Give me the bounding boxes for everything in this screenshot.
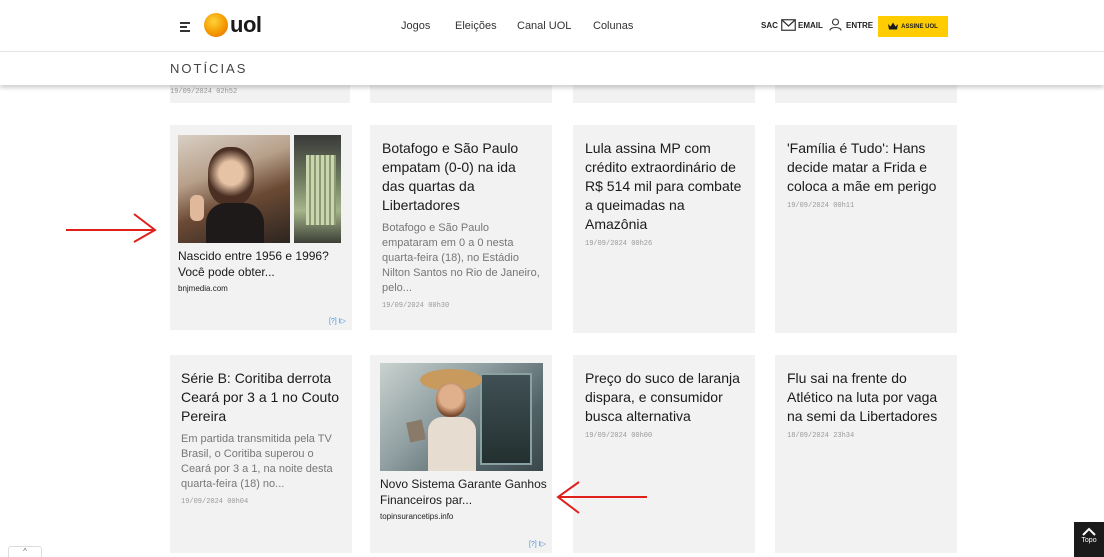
news-card[interactable]: Flu sai na frente do Atlético na luta po…: [775, 355, 957, 553]
news-card[interactable]: Botafogo e São Paulo empatam (0-0) na id…: [370, 125, 552, 330]
ad-title: Nascido entre 1956 e 1996? Você pode obt…: [178, 249, 329, 279]
nav-canal-uol[interactable]: Canal UOL: [517, 20, 571, 32]
nav-eleicoes[interactable]: Eleições: [455, 20, 497, 32]
back-to-top-button[interactable]: Topo: [1074, 522, 1104, 557]
ad-source: bnjmedia.com: [178, 284, 228, 293]
section-bar: NOTÍCIAS: [0, 52, 1104, 85]
ad-image: [178, 135, 341, 243]
news-card[interactable]: Preço do suco de laranja dispara, e cons…: [573, 355, 755, 553]
chevron-up-icon: [1082, 527, 1096, 536]
news-title: Lula assina MP com crédito extraordinári…: [585, 140, 742, 232]
news-date: 19/09/2024 00h04: [181, 498, 249, 506]
scroll-up-button[interactable]: ^: [8, 546, 42, 557]
news-description: Botafogo e São Paulo empataram em 0 a 0 …: [382, 222, 540, 294]
news-title: Botafogo e São Paulo empatam (0-0) na id…: [382, 140, 519, 213]
previous-card-peek: [370, 85, 552, 103]
news-title: Série B: Coritiba derrota Ceará por 3 a …: [181, 370, 339, 424]
adchoices-icon[interactable]: [?] I▷: [529, 540, 546, 548]
news-card[interactable]: Série B: Coritiba derrota Ceará por 3 a …: [170, 355, 352, 553]
subscribe-label: ASSINE UOL: [901, 23, 938, 30]
site-header: uol Jogos Eleições Canal UOL Colunas SAC…: [0, 0, 1104, 52]
topo-label: Topo: [1081, 537, 1097, 544]
news-description: Em partida transmitida pela TV Brasil, o…: [181, 433, 333, 490]
news-title: 'Família é Tudo': Hans decide matar a Fr…: [787, 140, 937, 194]
annotation-arrow-right-icon: [66, 213, 157, 243]
news-date: 19/09/2024 00h11: [787, 202, 855, 210]
ad-title: Novo Sistema Garante Ganhos Financeiros …: [380, 477, 547, 507]
crown-icon: [888, 22, 899, 32]
adchoices-icon[interactable]: [?] I▷: [329, 317, 346, 325]
login-link[interactable]: ENTRE: [846, 21, 873, 30]
ad-card[interactable]: Novo Sistema Garante Ganhos Financeiros …: [370, 355, 552, 553]
ad-card[interactable]: Nascido entre 1956 e 1996? Você pode obt…: [170, 125, 352, 330]
previous-card-peek: [573, 85, 755, 103]
nav-colunas[interactable]: Colunas: [593, 20, 633, 32]
news-date: 19/09/2024 00h30: [382, 302, 450, 310]
news-date: 19/09/2024 00h26: [585, 240, 653, 248]
ad-source: topinsurancetips.info: [380, 512, 454, 521]
ad-image: [380, 363, 543, 471]
news-card[interactable]: Lula assina MP com crédito extraordinári…: [573, 125, 755, 333]
uol-logo[interactable]: uol: [204, 12, 262, 38]
news-card[interactable]: 'Família é Tudo': Hans decide matar a Fr…: [775, 125, 957, 333]
news-date: 19/09/2024 00h00: [585, 432, 653, 440]
logo-text: uol: [230, 12, 262, 37]
email-link[interactable]: EMAIL: [798, 21, 823, 30]
subscribe-button[interactable]: ASSINE UOL: [878, 16, 948, 37]
sac-link[interactable]: SAC: [761, 21, 778, 30]
annotation-arrow-left-icon: [556, 481, 647, 514]
news-title: Preço do suco de laranja dispara, e cons…: [585, 370, 740, 424]
email-icon: [781, 18, 796, 36]
news-title: Flu sai na frente do Atlético na luta po…: [787, 370, 938, 424]
logo-ball-icon: [204, 13, 228, 37]
news-date: 18/09/2024 23h34: [787, 432, 855, 440]
previous-date: 19/09/2024 02h52: [170, 88, 238, 96]
nav-jogos[interactable]: Jogos: [401, 20, 430, 32]
user-icon: [829, 18, 842, 36]
previous-card-peek: [775, 85, 957, 103]
section-title: NOTÍCIAS: [170, 61, 248, 76]
menu-icon[interactable]: [180, 22, 190, 32]
